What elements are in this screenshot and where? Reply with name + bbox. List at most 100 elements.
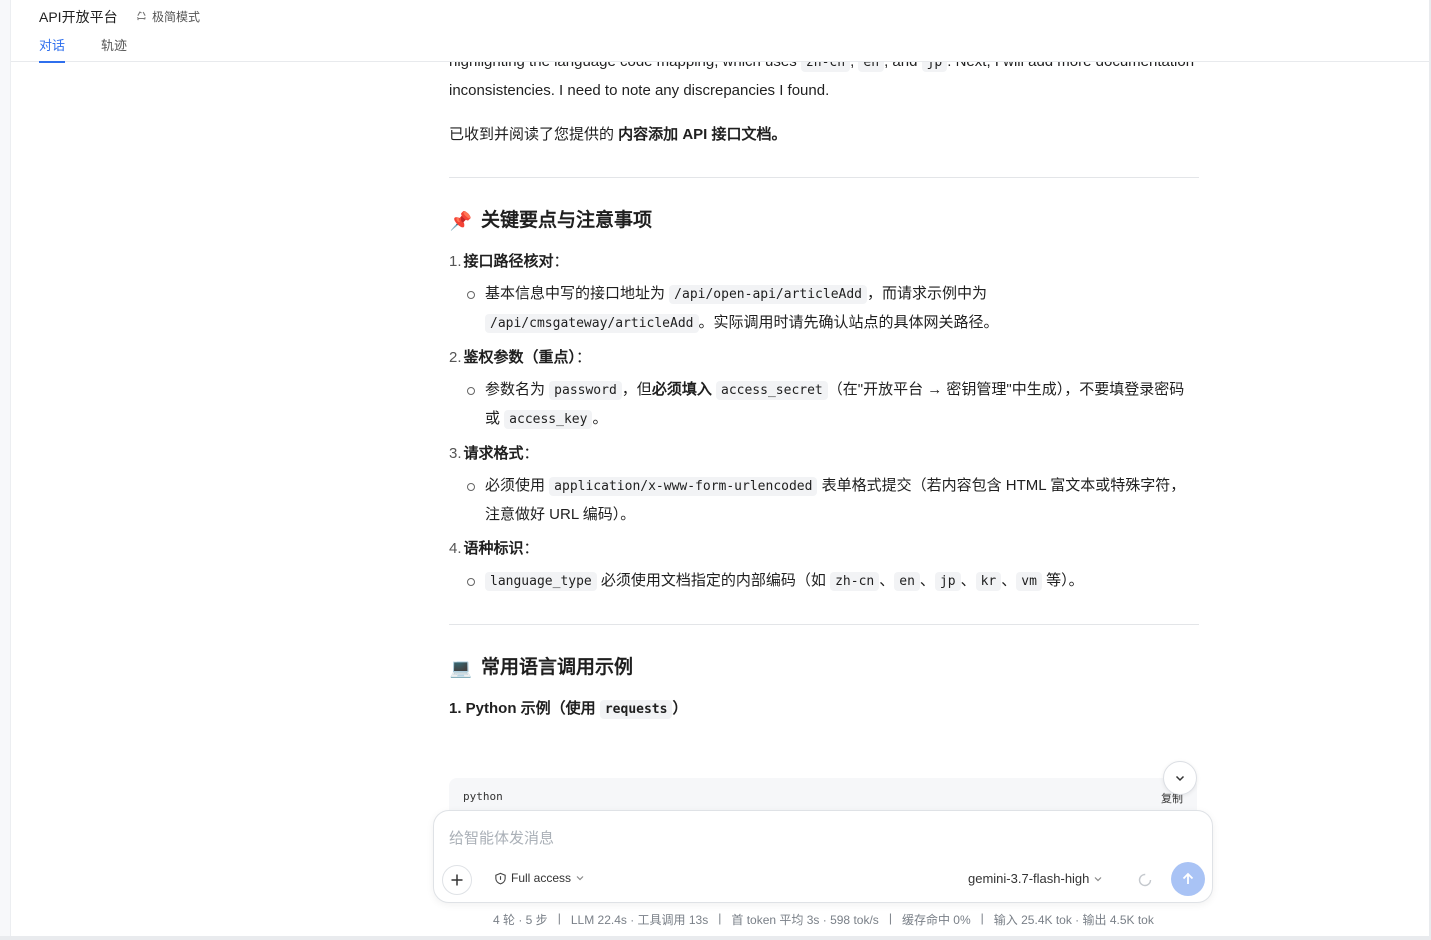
- access-label: Full access: [511, 871, 572, 885]
- code-password: password: [549, 381, 622, 400]
- code-zh-cn: zh-cn: [800, 62, 851, 72]
- intro-comma: ,: [850, 62, 854, 70]
- code-path-cmsgateway: /api/cmsgateway/articleAdd: [485, 314, 699, 333]
- intro-paragraph: highlighting the language code mapping, …: [449, 62, 1199, 105]
- access-mode-select[interactable]: Full access: [494, 871, 585, 885]
- plus-icon: [451, 874, 463, 886]
- separator: 、: [919, 572, 935, 589]
- section-title: 关键要点与注意事项: [481, 210, 653, 231]
- item-title: 请求格式: [463, 445, 524, 462]
- intro-text-1: highlighting the language code mapping, …: [449, 62, 797, 70]
- item-number: 4.: [449, 540, 462, 557]
- code-lang: zh-cn: [830, 572, 880, 591]
- section-heading-key-points: 📌 关键要点与注意事项: [449, 206, 1199, 236]
- sub-list: 参数名为 password ，但必须填入 access_secret （在"开放平台…: [467, 376, 1199, 434]
- status-rounds: 4 轮 · 5 步: [493, 913, 548, 927]
- status-separator: [721, 911, 731, 928]
- status-first-token: 首 token 平均 3s · 598 tok/s: [731, 913, 879, 927]
- list-item: 1. 接口路径核对： 基本信息中写的接口地址为 /api/open-api/art…: [449, 248, 1199, 338]
- code-lang: jp: [934, 572, 961, 591]
- code-content-type: application/x-www-form-urlencoded: [549, 477, 818, 496]
- item-number: 1.: [449, 253, 462, 270]
- section-title: 常用语言调用示例: [481, 657, 634, 678]
- example-heading-python: 1. Python 示例（使用 requests）: [449, 695, 1199, 724]
- assistant-message: highlighting the language code mapping, …: [449, 62, 1199, 738]
- item-title: 鉴权参数（重点）: [463, 349, 577, 366]
- status-separator: [708, 911, 718, 928]
- received-paragraph: 已收到并阅读了您提供的 内容添加 API 接口文档。: [449, 121, 1199, 149]
- computer-icon: 💻: [449, 658, 473, 678]
- item-number: 2.: [449, 349, 462, 366]
- code-lang: en: [894, 572, 920, 591]
- text: 基本信息中写的接口地址为: [485, 285, 670, 302]
- code-requests: requests: [599, 700, 673, 719]
- item-colon: ：: [523, 540, 539, 557]
- bottom-edge: [0, 936, 1431, 940]
- item-colon: ：: [576, 349, 592, 366]
- recycle-icon: [136, 11, 146, 21]
- status-separator: [561, 911, 571, 928]
- status-separator: [892, 911, 902, 928]
- text: 1. Python 示例（使用: [449, 700, 600, 717]
- chevron-down-icon: [1094, 876, 1102, 881]
- text: 必须使用文档指定的内部编码（如: [596, 572, 831, 589]
- status-separator: [548, 911, 558, 928]
- separator: 、: [879, 572, 895, 589]
- message-composer: Full access gemini-3.7-flash-high: [433, 810, 1213, 903]
- received-prefix: 已收到并阅读了您提供的: [449, 126, 619, 143]
- app-title: API开放平台: [39, 9, 118, 25]
- status-cache: 缓存命中 0%: [901, 913, 971, 927]
- sub-list: language_type 必须使用文档指定的内部编码（如 zh-cn、 en、 j…: [467, 567, 1199, 596]
- chevron-down-icon: [1175, 775, 1185, 782]
- run-status-bar: 4 轮 · 5 步 | LLM 22.4s · 工具调用 13s | 首 tok…: [493, 911, 1154, 928]
- code-en: en: [858, 62, 885, 72]
- code-jp: jp: [921, 62, 948, 72]
- minimal-mode-toggle[interactable]: 极简模式: [135, 8, 200, 25]
- code-access-secret: access_secret: [716, 381, 828, 400]
- section-heading-examples: 💻 常用语言调用示例: [449, 653, 1199, 683]
- attach-button[interactable]: [442, 865, 472, 895]
- list-item: 4. 语种标识： language_type 必须使用文档指定的内部编码（如 zh…: [449, 535, 1199, 596]
- code-language-label: python: [463, 790, 503, 803]
- left-sidebar-strip: [0, 0, 11, 940]
- mode-label: 极简模式: [152, 10, 201, 24]
- code-path-open-api: /api/open-api/articleAdd: [669, 285, 868, 304]
- list-item: 2. 鉴权参数（重点）： 参数名为 password ，但必须填入 access_s…: [449, 344, 1199, 434]
- sub-list: 必须使用 application/x-www-form-urlencoded 表…: [467, 472, 1199, 529]
- text: ，但: [621, 381, 652, 398]
- code-language-type: language_type: [485, 572, 597, 591]
- text: 必须使用: [485, 477, 550, 494]
- chevron-down-icon: [576, 876, 584, 881]
- sub-list-item: 参数名为 password ，但必须填入 access_secret （在"开放平台…: [467, 376, 1199, 434]
- top-bar: API开放平台 极简模式 对话 轨迹: [11, 0, 1429, 63]
- list-item: 3. 请求格式： 必须使用 application/x-www-form-urle…: [449, 440, 1199, 529]
- loading-spinner-icon: [1138, 873, 1152, 887]
- status-separator: [984, 911, 994, 928]
- code-access-key: access_key: [504, 410, 593, 429]
- tab-trace[interactable]: 轨迹: [101, 35, 127, 62]
- item-number: 3.: [449, 445, 462, 462]
- pushpin-icon: 📌: [449, 211, 473, 231]
- shield-icon: [495, 872, 506, 884]
- item-title: 接口路径核对: [463, 253, 554, 270]
- divider: [449, 177, 1199, 178]
- model-select[interactable]: gemini-3.7-flash-high: [968, 871, 1103, 886]
- text: 参数名为: [485, 381, 550, 398]
- sub-list-item: language_type 必须使用文档指定的内部编码（如 zh-cn、 en、 j…: [467, 567, 1199, 596]
- text: ，而请求示例中为: [867, 285, 988, 302]
- received-doc-title: 内容添加 API 接口文档。: [618, 126, 787, 143]
- separator: 、: [960, 572, 976, 589]
- model-label: gemini-3.7-flash-high: [968, 871, 1090, 886]
- tab-chat[interactable]: 对话: [39, 35, 66, 63]
- message-scroll-area[interactable]: highlighting the language code mapping, …: [449, 62, 1199, 810]
- item-title: 语种标识: [463, 540, 524, 557]
- intro-and: , and: [884, 62, 917, 70]
- status-separator: [971, 911, 981, 928]
- text: 等）。: [1041, 572, 1084, 589]
- scroll-to-bottom-button[interactable]: [1163, 761, 1197, 795]
- message-input[interactable]: [449, 826, 1189, 850]
- code-lang: vm: [1016, 572, 1042, 591]
- status-tokens: 输入 25.4K tok · 输出 4.5K tok: [993, 913, 1154, 927]
- send-button[interactable]: [1171, 862, 1205, 896]
- status-separator: [879, 911, 889, 928]
